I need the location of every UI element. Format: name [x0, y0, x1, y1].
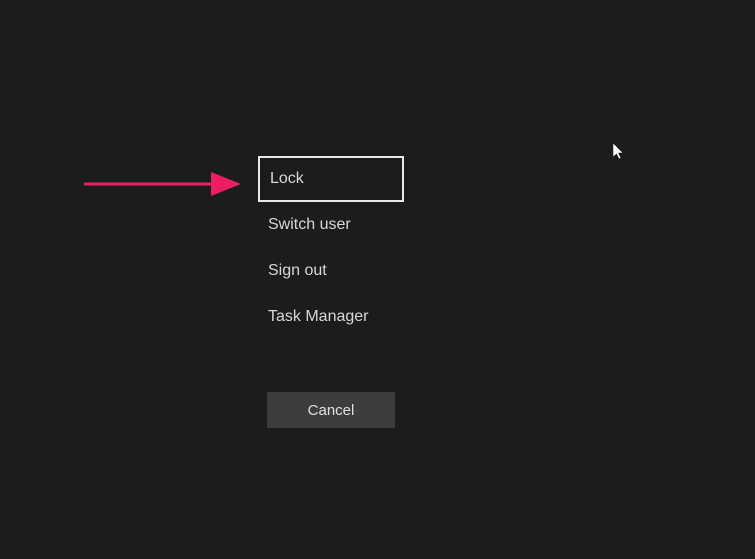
sign-out-option-label: Sign out — [268, 262, 327, 279]
cancel-button[interactable]: Cancel — [267, 392, 395, 428]
switch-user-option[interactable]: Switch user — [258, 202, 404, 248]
lock-option[interactable]: Lock — [258, 156, 404, 202]
annotation-arrow-icon — [80, 170, 250, 200]
security-options-menu: Lock Switch user Sign out Task Manager — [258, 156, 404, 340]
task-manager-option-label: Task Manager — [268, 308, 369, 325]
mouse-cursor-icon — [613, 143, 627, 161]
switch-user-option-label: Switch user — [268, 216, 351, 233]
cancel-button-label: Cancel — [308, 402, 355, 419]
lock-option-label: Lock — [270, 170, 304, 187]
sign-out-option[interactable]: Sign out — [258, 248, 404, 294]
task-manager-option[interactable]: Task Manager — [258, 294, 404, 340]
